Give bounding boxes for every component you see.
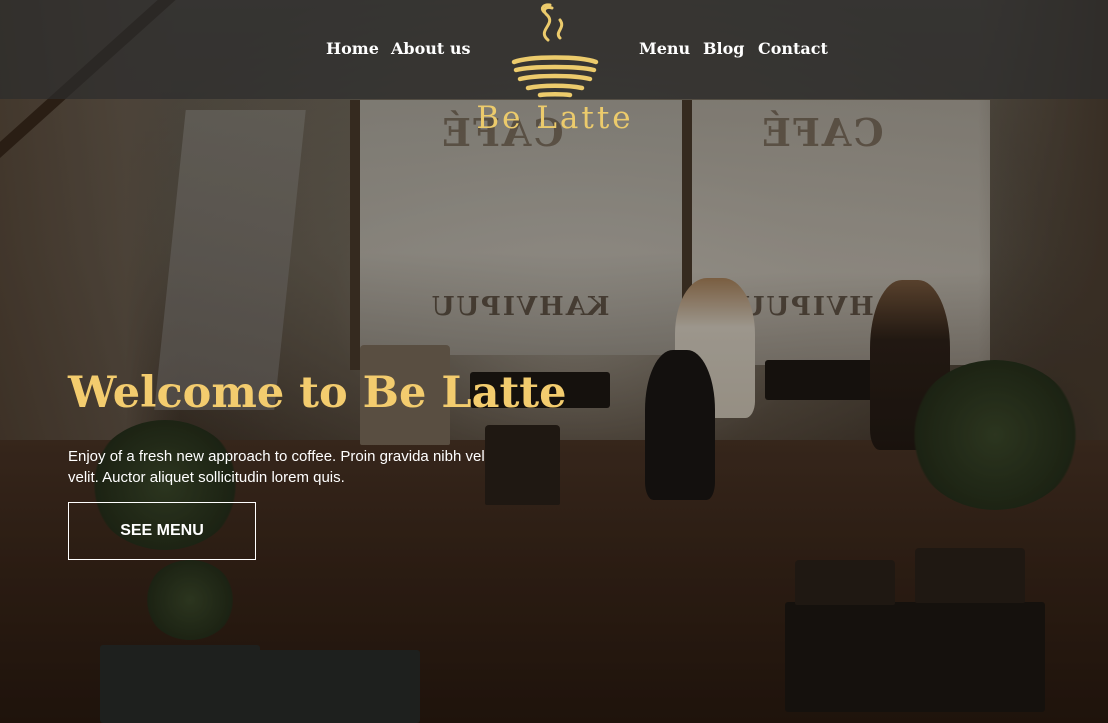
nav-link-about-us[interactable]: About us xyxy=(391,39,471,58)
hero-description: Enjoy of a fresh new approach to coffee.… xyxy=(68,448,485,486)
nav-link-blog[interactable]: Blog xyxy=(703,39,744,58)
nav-link-menu[interactable]: Menu xyxy=(639,39,690,58)
hero-title: Welcome to Be Latte xyxy=(68,368,567,418)
see-menu-button[interactable]: SEE MENU xyxy=(68,502,256,560)
nav-link-home[interactable]: Home xyxy=(326,39,379,58)
steaming-cup-icon xyxy=(511,3,599,98)
logo-wordmark: Be Latte xyxy=(476,100,634,136)
hero-section: CAFÉ CAFÉ KAHVIPUU KAHVIPUU Home About u… xyxy=(0,0,1108,723)
logo[interactable]: Be Latte xyxy=(470,2,640,137)
nav-link-contact[interactable]: Contact xyxy=(758,39,828,58)
